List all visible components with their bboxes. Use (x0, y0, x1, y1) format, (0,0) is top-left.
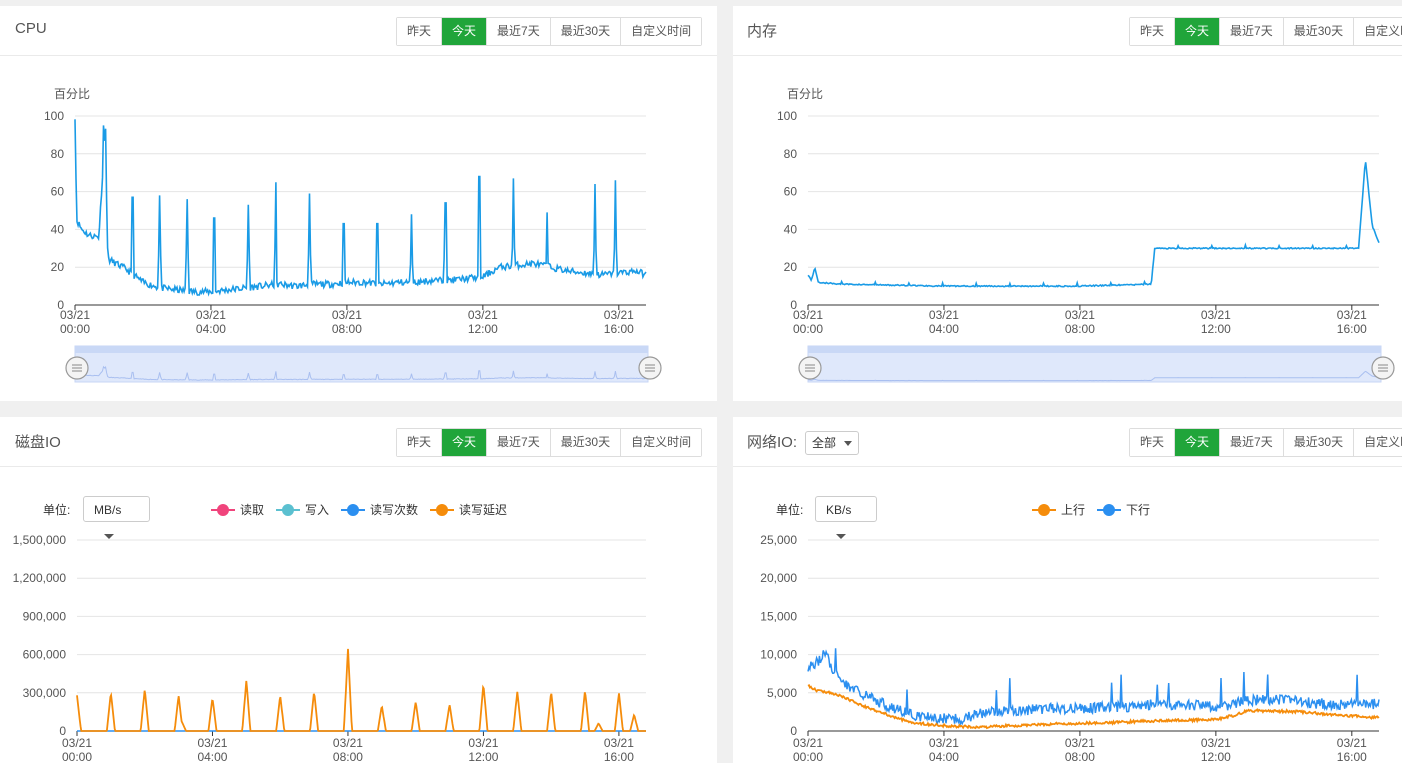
cpu-chart: 百分比10080604020003/2100:0003/2104:0003/21… (44, 87, 662, 383)
disk-xtick-time: 12:00 (468, 750, 498, 763)
disk-ytick-label: 1,200,000 (13, 571, 67, 585)
disk-xtick-date: 03/21 (468, 736, 498, 750)
disk-xtick-date: 03/21 (604, 736, 634, 750)
disk-ytick-label: 300,000 (23, 686, 67, 700)
mem-xtick-date: 03/21 (1065, 308, 1095, 322)
cpu-ylabel: 百分比 (54, 87, 90, 101)
cpu-xtick-date: 03/21 (196, 308, 226, 322)
cpu-series-line (74, 119, 647, 297)
cpu-xtick-time: 12:00 (468, 322, 498, 336)
cpu-ytick-label: 80 (51, 147, 65, 161)
memory-panel: 内存 昨天 今天 最近7天 最近30天 自定义时间 百分比10080604020… (733, 6, 1402, 401)
mem-xtick-time: 16:00 (1337, 322, 1367, 336)
cpu-xtick-time: 16:00 (604, 322, 634, 336)
net-xtick-date: 03/21 (1337, 736, 1367, 750)
net-xtick-time: 00:00 (793, 750, 823, 763)
cpu-zoom-handle-left[interactable] (65, 356, 89, 380)
memory-chart: 百分比10080604020003/2100:0003/2104:0003/21… (777, 87, 1395, 383)
net-xtick-time: 12:00 (1201, 750, 1231, 763)
mem-xtick-date: 03/21 (929, 308, 959, 322)
cpu-panel: CPU 昨天 今天 最近7天 最近30天 自定义时间 百分比 100 80 60 40 2… (0, 6, 717, 401)
net-ytick-label: 10,000 (760, 648, 797, 662)
cpu-xtick-date: 03/21 (604, 308, 634, 322)
net-xtick-date: 03/21 (1065, 736, 1095, 750)
mem-ytick-label: 80 (784, 147, 798, 161)
cpu-xtick-date: 03/21 (332, 308, 362, 322)
disk-series-rw-latency (76, 648, 646, 732)
net-ytick-label: 5,000 (767, 686, 797, 700)
mem-xtick-time: 04:00 (929, 322, 959, 336)
mem-zoom-handle-right[interactable] (1371, 356, 1395, 380)
mem-xtick-time: 12:00 (1201, 322, 1231, 336)
net-xtick-time: 08:00 (1065, 750, 1095, 763)
disk-xtick-date: 03/21 (197, 736, 227, 750)
mem-xtick-time: 00:00 (793, 322, 823, 336)
net-xtick-date: 03/21 (793, 736, 823, 750)
network-io-chart: 25,00020,00015,00010,0005,000003/2100:00… (760, 533, 1380, 763)
cpu-ytick-label: 40 (51, 222, 65, 236)
net-xtick-date: 03/21 (929, 736, 959, 750)
cpu-xtick-date: 03/21 (468, 308, 498, 322)
net-ytick-label: 20,000 (760, 571, 797, 585)
cpu-xtick-time: 08:00 (332, 322, 362, 336)
cpu-ytick-label: 20 (51, 260, 65, 274)
mem-ytick-label: 40 (784, 222, 798, 236)
mem-series-line (807, 162, 1380, 288)
net-ytick-label: 25,000 (760, 533, 797, 547)
mem-ylabel: 百分比 (787, 87, 823, 101)
mem-xtick-time: 08:00 (1065, 322, 1095, 336)
disk-xtick-date: 03/21 (62, 736, 92, 750)
disk-io-panel: 磁盘IO 昨天 今天 最近7天 最近30天 自定义时间 单位: MB/s 读取 … (0, 417, 717, 763)
disk-xtick-time: 04:00 (197, 750, 227, 763)
disk-xtick-date: 03/21 (333, 736, 363, 750)
net-xtick-date: 03/21 (1201, 736, 1231, 750)
mem-zoom-bar (808, 346, 1381, 353)
net-ytick-label: 15,000 (760, 609, 797, 623)
mem-ytick-label: 100 (777, 109, 797, 123)
cpu-ytick-label: 60 (51, 185, 65, 199)
mem-ytick-label: 20 (784, 260, 798, 274)
mem-xtick-date: 03/21 (1337, 308, 1367, 322)
mem-ytick-label: 60 (784, 185, 798, 199)
cpu-xtick-time: 04:00 (196, 322, 226, 336)
cpu-ytick-label: 100 (44, 109, 64, 123)
disk-xtick-time: 08:00 (333, 750, 363, 763)
disk-ytick-label: 600,000 (23, 648, 67, 662)
disk-ytick-label: 900,000 (23, 609, 67, 623)
net-xtick-time: 04:00 (929, 750, 959, 763)
cpu-xtick-date: 03/21 (60, 308, 90, 322)
mem-xtick-date: 03/21 (793, 308, 823, 322)
disk-xtick-time: 00:00 (62, 750, 92, 763)
network-io-panel: 网络IO: 全部 昨天 今天 最近7天 最近30天 自定义时间 单位: KB/s… (733, 417, 1402, 763)
mem-xtick-date: 03/21 (1201, 308, 1231, 322)
cpu-zoom-bar (75, 346, 648, 353)
net-xtick-time: 16:00 (1337, 750, 1367, 763)
cpu-zoom-handle-right[interactable] (638, 356, 662, 380)
cpu-xtick-time: 00:00 (60, 322, 90, 336)
disk-xtick-time: 16:00 (604, 750, 634, 763)
disk-ytick-label: 1,500,000 (13, 533, 67, 547)
disk-io-chart: 1,500,000 1,200,000 900,000 600,000 300,000 0… (13, 533, 646, 763)
mem-zoom-handle-left[interactable] (798, 356, 822, 380)
